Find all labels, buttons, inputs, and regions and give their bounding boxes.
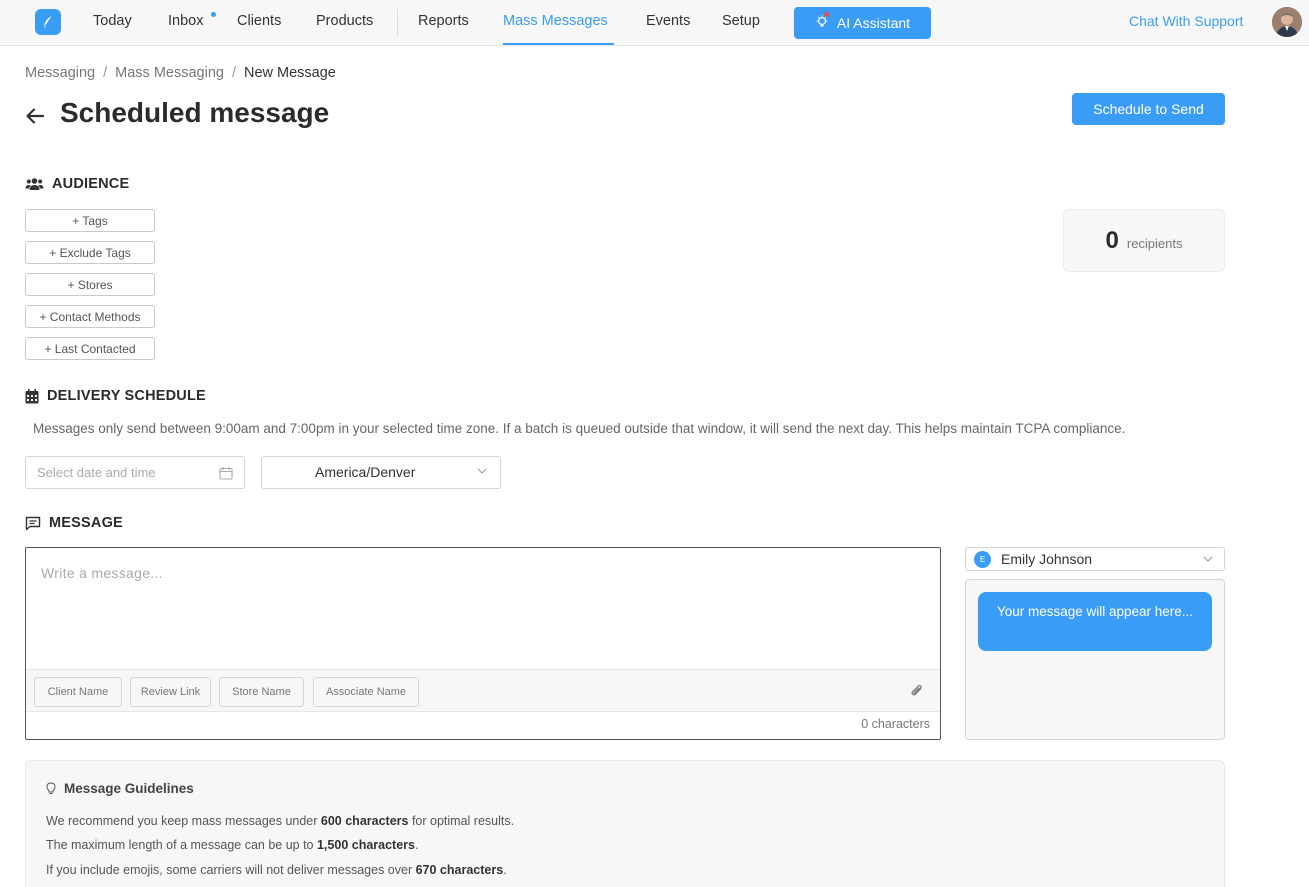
insert-review-link-chip[interactable]: Review Link <box>130 677 211 707</box>
audience-heading-label: AUDIENCE <box>52 176 130 192</box>
guideline-emoji-limit: If you include emojis, some carriers wil… <box>46 863 507 877</box>
breadcrumb-mass-messaging[interactable]: Mass Messaging <box>115 65 224 81</box>
message-guidelines-panel: Message Guidelines We recommend you keep… <box>25 760 1225 887</box>
guideline-max-length: The maximum length of a message can be u… <box>46 838 419 852</box>
insert-store-name-chip[interactable]: Store Name <box>219 677 304 707</box>
delivery-heading-label: DELIVERY SCHEDULE <box>47 388 206 404</box>
message-bubble-icon <box>25 516 41 530</box>
nav-mass-messages[interactable]: Mass Messages <box>503 13 608 29</box>
chat-support-link[interactable]: Chat With Support <box>1129 13 1243 29</box>
timezone-select[interactable]: America/Denver <box>261 456 501 489</box>
nav-divider <box>397 9 398 36</box>
composer-toolbar: Client Name Review Link Store Name Assoc… <box>26 669 940 712</box>
user-avatar[interactable] <box>1272 7 1302 37</box>
calendar-icon <box>25 388 39 403</box>
message-heading-label: MESSAGE <box>49 515 123 531</box>
paperclip-icon[interactable] <box>909 683 925 699</box>
nav-reports[interactable]: Reports <box>418 13 469 29</box>
back-arrow-icon[interactable] <box>25 106 45 131</box>
preview-bubble: Your message will appear here... <box>978 592 1212 651</box>
date-time-picker[interactable]: Select date and time <box>25 456 245 489</box>
message-preview-panel: Your message will appear here... <box>965 579 1225 740</box>
message-composer[interactable]: Write a message... Client Name Review Li… <box>25 547 941 740</box>
nav-setup[interactable]: Setup <box>722 13 760 29</box>
ai-notification-dot <box>823 11 829 17</box>
guidelines-title-label: Message Guidelines <box>64 781 194 796</box>
chevron-down-icon <box>1203 556 1213 562</box>
page-title: Scheduled message <box>60 97 330 128</box>
nav-active-underline <box>503 43 614 45</box>
calendar-outline-icon <box>219 466 233 480</box>
breadcrumb-separator: / <box>231 65 236 81</box>
ai-assistant-label: AI Assistant <box>836 15 911 31</box>
sender-name: Emily Johnson <box>1001 551 1093 567</box>
contact-methods-button[interactable]: + Contact Methods <box>25 305 155 328</box>
users-icon <box>25 178 44 190</box>
date-time-placeholder: Select date and time <box>37 465 156 480</box>
schedule-to-send-button[interactable]: Schedule to Send <box>1072 93 1225 125</box>
guidelines-title: Message Guidelines <box>46 781 194 796</box>
audience-heading: AUDIENCE <box>25 176 129 192</box>
guideline-recommended-length: We recommend you keep mass messages unde… <box>46 814 515 828</box>
inbox-unread-dot <box>211 12 216 17</box>
nav-events[interactable]: Events <box>646 13 690 29</box>
chevron-down-icon <box>477 468 487 474</box>
recipients-count-box: 0 recipients <box>1063 209 1225 272</box>
nav-products[interactable]: Products <box>316 13 373 29</box>
message-heading: MESSAGE <box>25 515 123 531</box>
app-logo[interactable] <box>35 9 61 35</box>
character-count: 0 characters <box>861 717 930 731</box>
tcpa-notice: Messages only send between 9:00am and 7:… <box>33 421 1126 436</box>
last-contacted-button[interactable]: + Last Contacted <box>25 337 155 360</box>
insert-associate-name-chip[interactable]: Associate Name <box>313 677 419 707</box>
breadcrumb-messaging[interactable]: Messaging <box>25 65 95 81</box>
lightbulb-icon <box>815 11 829 32</box>
breadcrumb-separator: / <box>103 65 108 81</box>
top-nav: Today Inbox Clients Products Reports Mas… <box>0 0 1309 46</box>
feather-logo-icon <box>43 16 52 28</box>
nav-inbox[interactable]: Inbox <box>168 13 203 29</box>
breadcrumb-current: New Message <box>243 65 336 81</box>
recipients-count: 0 <box>1105 226 1119 254</box>
lightbulb-icon <box>46 782 56 794</box>
add-stores-button[interactable]: + Stores <box>25 273 155 296</box>
recipients-label: recipients <box>1126 236 1183 251</box>
message-placeholder: Write a message... <box>41 565 163 581</box>
exclude-tags-button[interactable]: + Exclude Tags <box>25 241 155 264</box>
sender-initial-badge: E <box>974 551 991 568</box>
add-tags-button[interactable]: + Tags <box>25 209 155 232</box>
breadcrumb: Messaging / Mass Messaging / New Message <box>25 65 336 81</box>
ai-assistant-button[interactable]: AI Assistant <box>794 7 931 39</box>
delivery-heading: DELIVERY SCHEDULE <box>25 388 206 404</box>
insert-client-name-chip[interactable]: Client Name <box>34 677 122 707</box>
sender-select[interactable]: E Emily Johnson <box>965 547 1225 571</box>
nav-clients[interactable]: Clients <box>237 13 281 29</box>
nav-today[interactable]: Today <box>93 13 132 29</box>
timezone-value: America/Denver <box>315 464 416 480</box>
